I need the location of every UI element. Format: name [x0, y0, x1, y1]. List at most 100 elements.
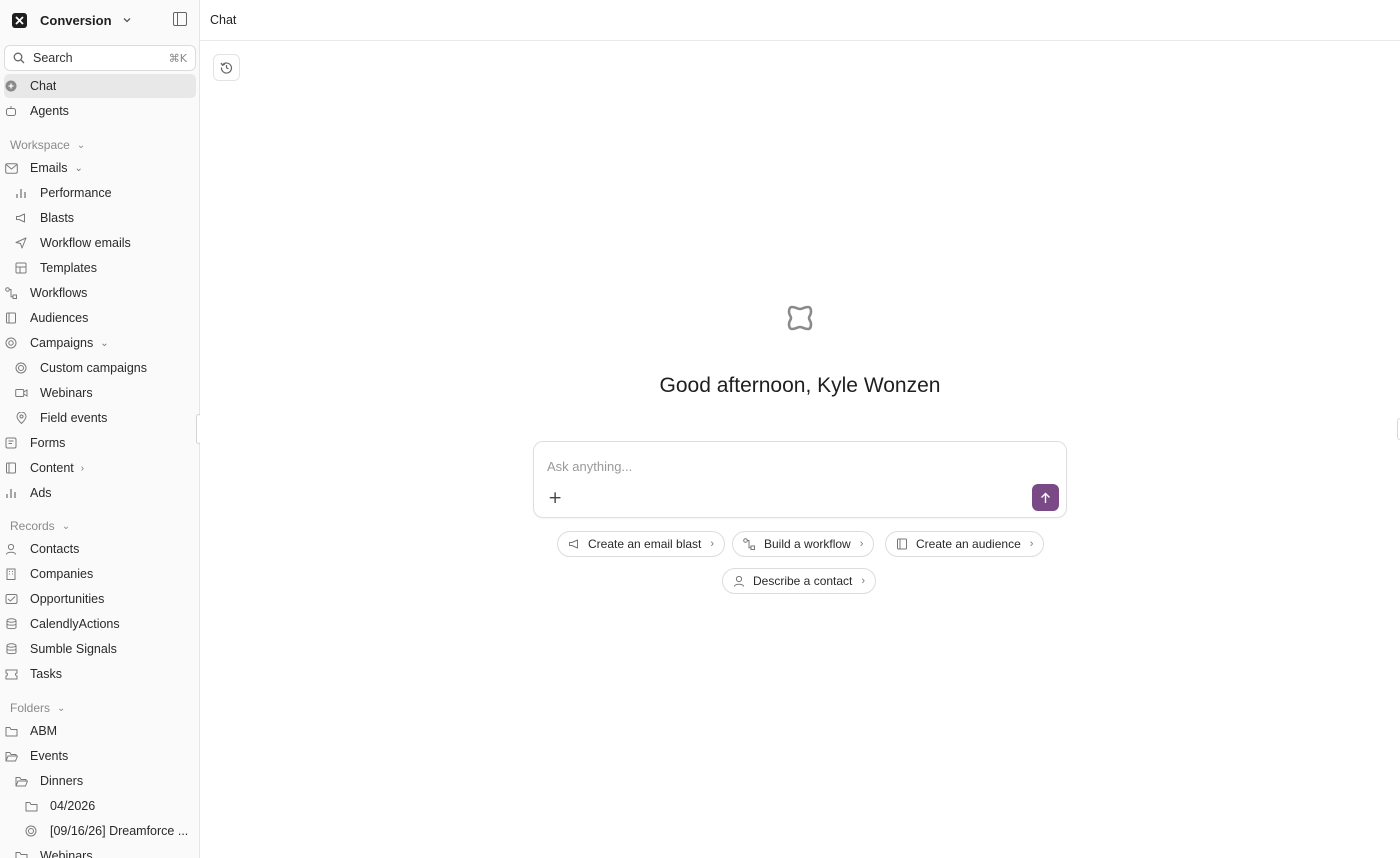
megaphone-icon: [14, 212, 28, 224]
suggestion-label: Build a workflow: [764, 537, 851, 551]
suggestion-workflow[interactable]: Build a workflow ›: [732, 531, 875, 557]
history-icon: [220, 61, 233, 74]
sidebar-folder-abm[interactable]: ABM: [4, 719, 196, 743]
sidebar-item-opportunities[interactable]: Opportunities: [4, 587, 196, 611]
workspace-name: Conversion: [40, 12, 112, 28]
sidebar-item-companies[interactable]: Companies: [4, 562, 196, 586]
map-pin-icon: [14, 412, 28, 424]
section-label: Workspace: [10, 138, 70, 152]
building-icon: [4, 568, 18, 580]
sidebar-item-label: Dinners: [40, 774, 84, 788]
suggestion-label: Create an email blast: [588, 537, 702, 551]
chevron-down-icon: ⌄: [100, 337, 109, 349]
section-folders[interactable]: Folders ⌄: [10, 701, 65, 715]
sidebar-item-workflows[interactable]: Workflows: [4, 281, 196, 305]
form-icon: [4, 437, 18, 449]
sidebar-item-performance[interactable]: Performance: [14, 181, 196, 205]
sidebar-item-label: Sumble Signals: [30, 642, 117, 656]
sidebar-item-content[interactable]: Content ›: [4, 456, 196, 480]
sidebar-item-label: Custom campaigns: [40, 361, 147, 375]
search-icon: [13, 52, 25, 64]
folder-icon: [4, 726, 18, 737]
workflow-icon: [743, 538, 756, 550]
section-workspace[interactable]: Workspace ⌄: [10, 138, 85, 152]
sidebar-item-blasts[interactable]: Blasts: [14, 206, 196, 230]
suggestion-label: Create an audience: [916, 537, 1021, 551]
sidebar-item-field-events[interactable]: Field events: [14, 406, 196, 430]
sidebar-folder-dinners[interactable]: Dinners: [14, 769, 196, 793]
bar-chart-icon: [4, 487, 18, 499]
topbar: Chat: [200, 0, 1400, 41]
chat-input[interactable]: Ask anything...: [547, 459, 632, 474]
folder-open-icon: [4, 751, 18, 762]
sidebar-item-label: Webinars: [40, 849, 93, 858]
sidebar-item-label: Blasts: [40, 211, 75, 225]
book-icon: [4, 312, 18, 324]
section-label: Folders: [10, 701, 51, 715]
sidebar-folder-events[interactable]: Events: [4, 744, 196, 768]
chevron-down-icon: ⌄: [61, 520, 71, 532]
folder-icon: [14, 851, 28, 858]
suggestion-contact[interactable]: Describe a contact ›: [722, 568, 877, 594]
sidebar-item-campaigns[interactable]: Campaigns ⌄: [4, 331, 196, 355]
user-icon: [4, 543, 18, 555]
sidebar-item-label: ABM: [30, 724, 58, 738]
sidebar-item-emails[interactable]: Emails ⌄: [4, 156, 196, 180]
sidebar-item-label: Workflow emails: [40, 236, 131, 250]
bot-icon: [4, 105, 18, 117]
folder-icon: [24, 801, 38, 812]
workspace-logo-icon: [12, 12, 27, 28]
sidebar-item-label: Templates: [40, 261, 97, 275]
video-icon: [14, 388, 28, 398]
sidebar-item-tasks[interactable]: Tasks: [4, 662, 196, 686]
sidebar-item-custom-campaigns[interactable]: Custom campaigns: [14, 356, 196, 380]
sidebar-item-label: Campaigns: [30, 336, 94, 350]
sidebar-item-label: Emails: [30, 161, 68, 175]
add-attachment-icon[interactable]: +: [548, 488, 562, 508]
book-icon: [896, 538, 908, 550]
sidebar-item-templates[interactable]: Templates: [14, 256, 196, 280]
sidebar-toggle-icon[interactable]: [173, 12, 187, 26]
search-input[interactable]: Search ⌘K: [4, 45, 196, 71]
mail-icon: [4, 162, 18, 174]
sidebar-item-workflow-emails[interactable]: Workflow emails: [14, 231, 196, 255]
chevron-down-icon: ⌄: [76, 139, 86, 151]
sidebar-item-label: Content: [30, 461, 74, 475]
ticket-icon: [4, 669, 18, 680]
document-icon: [4, 462, 18, 474]
section-records[interactable]: Records ⌄: [10, 519, 70, 533]
target-icon: [14, 362, 28, 374]
handshake-icon: [4, 593, 18, 605]
sidebar-item-label: Opportunities: [30, 592, 105, 606]
sidebar-item-label: Ads: [30, 486, 52, 500]
sidebar-item-webinars[interactable]: Webinars: [14, 381, 196, 405]
send-icon: [14, 237, 28, 249]
sidebar-folder-webinars[interactable]: Webinars: [14, 844, 196, 858]
suggestion-email-blast[interactable]: Create an email blast ›: [557, 531, 726, 557]
database-icon: [4, 618, 18, 630]
folder-open-icon: [14, 776, 28, 787]
sidebar-folder-04-2026[interactable]: 04/2026: [24, 794, 196, 818]
sidebar-item-audiences[interactable]: Audiences: [4, 306, 196, 330]
page-title: Chat: [210, 13, 237, 27]
sidebar-item-label: Tasks: [30, 667, 62, 681]
sidebar-item-sumble-signals[interactable]: Sumble Signals: [4, 637, 196, 661]
sidebar-item-ads[interactable]: Ads: [4, 481, 196, 505]
sidebar-item-forms[interactable]: Forms: [4, 431, 196, 455]
target-icon: [24, 825, 38, 837]
sidebar-item-contacts[interactable]: Contacts: [4, 537, 196, 561]
sidebar-item-chat[interactable]: Chat: [4, 74, 196, 98]
suggestion-label: Describe a contact: [753, 574, 853, 588]
sidebar-item-label: Agents: [30, 104, 69, 118]
sidebar-item-label: Events: [30, 749, 69, 763]
history-button[interactable]: [213, 54, 240, 81]
sidebar-item-agents[interactable]: Agents: [4, 99, 196, 123]
sidebar-item-calendlyactions[interactable]: CalendlyActions: [4, 612, 196, 636]
send-button[interactable]: [1032, 484, 1059, 511]
sidebar-item-label: Chat: [30, 79, 57, 93]
chat-composer[interactable]: Ask anything... +: [533, 441, 1067, 518]
workflow-icon: [4, 287, 18, 299]
sidebar-item-dreamforce[interactable]: [09/16/26] Dreamforce ...: [24, 819, 196, 843]
workspace-switcher[interactable]: Conversion: [0, 0, 199, 40]
suggestion-audience[interactable]: Create an audience ›: [885, 531, 1045, 557]
